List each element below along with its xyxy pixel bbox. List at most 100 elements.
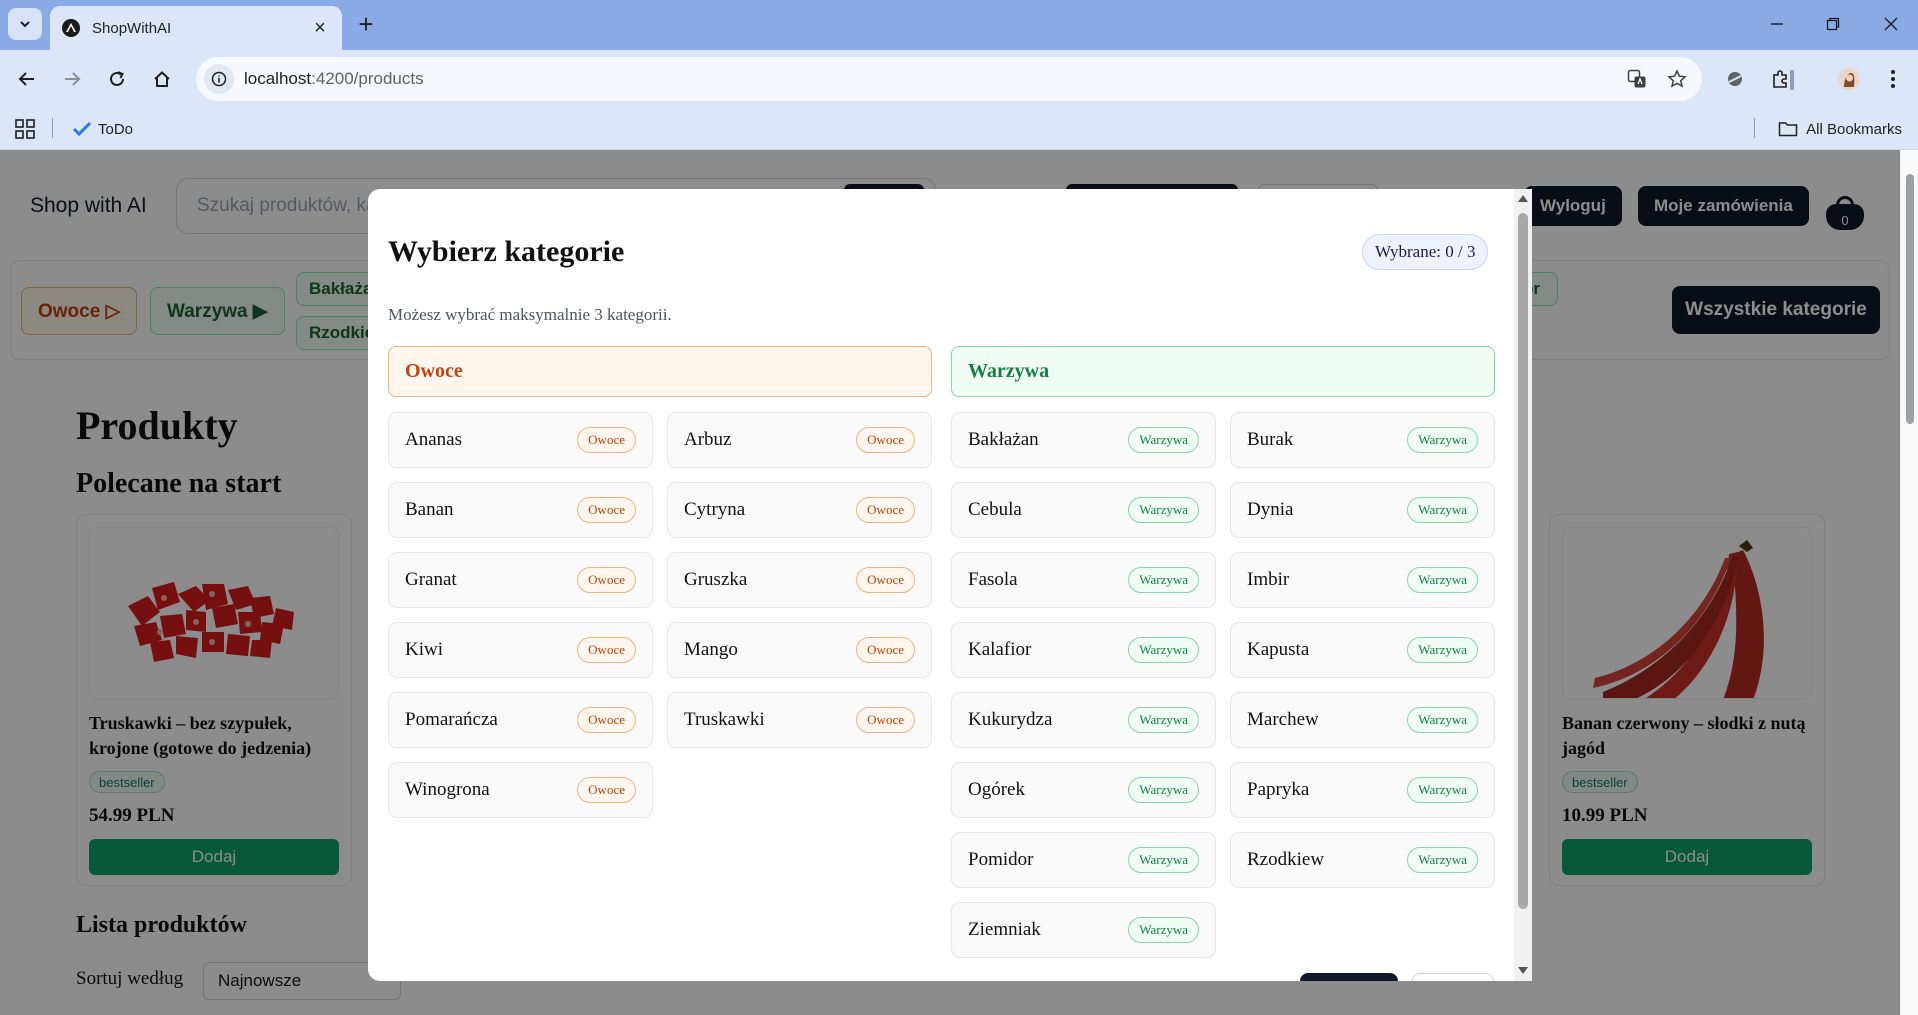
page-scrollbar[interactable] (1900, 150, 1918, 1015)
home-icon (154, 71, 170, 87)
all-bookmarks-label: All Bookmarks (1806, 120, 1902, 138)
scroll-down-arrow[interactable] (1518, 967, 1528, 974)
category-option-tag: Warzywa (1407, 707, 1478, 733)
category-option-name: Rzodkiew (1247, 849, 1325, 870)
scroll-up-arrow[interactable] (1518, 195, 1528, 202)
selection-counter: Wybrane: 0 / 3 (1362, 234, 1489, 270)
check-icon (72, 121, 92, 137)
bookmarks-bar: ToDo All Bookmarks (0, 108, 1918, 150)
category-option-tag: Owoce (577, 707, 636, 733)
category-option-name: Kukurydza (968, 709, 1053, 730)
modal-subtitle: Możesz wybrać maksymalnie 3 kategorii. (388, 305, 672, 324)
category-option[interactable]: Cytryna Owoce (667, 482, 932, 538)
category-option[interactable]: Winogrona Owoce (388, 762, 653, 818)
category-option-tag: Owoce (856, 637, 915, 663)
category-option-tag: Owoce (856, 427, 915, 453)
close-tab-icon[interactable]: × (310, 18, 330, 38)
tab-search-button[interactable] (8, 8, 42, 40)
category-option-tag: Warzywa (1407, 497, 1478, 523)
category-option[interactable]: Kapusta Warzywa (1230, 622, 1495, 678)
category-option[interactable]: Rzodkiew Warzywa (1230, 832, 1495, 888)
category-option[interactable]: Marchew Warzywa (1230, 692, 1495, 748)
category-option[interactable]: Truskawki Owoce (667, 692, 932, 748)
category-modal: Wybierz kategorie Wybrane: 0 / 3 Możesz … (368, 189, 1532, 981)
category-option[interactable]: Bakłażan Warzywa (951, 412, 1216, 468)
category-option-name: Cytryna (684, 499, 746, 520)
site-info-icon[interactable] (204, 64, 234, 94)
category-option-tag: Warzywa (1128, 637, 1199, 663)
category-option[interactable]: Dynia Warzywa (1230, 482, 1495, 538)
category-option-name: Papryka (1247, 779, 1310, 800)
category-option-tag: Warzywa (1407, 777, 1478, 803)
category-option-name: Gruszka (684, 569, 748, 590)
category-option-name: Pomidor (968, 849, 1034, 870)
category-option[interactable]: Pomidor Warzywa (951, 832, 1216, 888)
category-option-tag: Warzywa (1407, 847, 1478, 873)
reload-button[interactable] (100, 62, 134, 96)
category-option[interactable]: Cebula Warzywa (951, 482, 1216, 538)
category-option[interactable]: Banan Owoce (388, 482, 653, 538)
restore-icon[interactable] (1818, 10, 1848, 38)
page-scrollbar-thumb[interactable] (1906, 174, 1914, 424)
category-option-name: Fasola (968, 569, 1018, 590)
new-tab-button[interactable]: + (352, 10, 380, 38)
category-option-name: Kiwi (405, 639, 443, 660)
category-option[interactable]: Kukurydza Warzywa (951, 692, 1216, 748)
category-option-name: Bakłażan (968, 429, 1039, 450)
bookmarks-divider-right (1754, 118, 1755, 138)
category-option[interactable]: Pomarańcza Owoce (388, 692, 653, 748)
category-option[interactable]: Fasola Warzywa (951, 552, 1216, 608)
tab-title: ShopWithAI (92, 19, 172, 37)
profile-avatar[interactable] (1832, 62, 1866, 96)
category-option-name: Dynia (1247, 499, 1294, 520)
category-option[interactable]: Kiwi Owoce (388, 622, 653, 678)
browser-tab[interactable]: ShopWithAI × (50, 6, 342, 50)
category-option[interactable]: Ogórek Warzywa (951, 762, 1216, 818)
category-option[interactable]: Gruszka Owoce (667, 552, 932, 608)
category-option-name: Pomarańcza (405, 709, 498, 730)
category-option-tag: Warzywa (1407, 427, 1478, 453)
more-menu-icon[interactable] (1876, 62, 1910, 96)
category-option[interactable]: Ananas Owoce (388, 412, 653, 468)
category-option[interactable]: Papryka Warzywa (1230, 762, 1495, 818)
category-option-tag: Warzywa (1407, 567, 1478, 593)
close-window-icon[interactable] (1876, 10, 1906, 38)
category-option-name: Imbir (1247, 569, 1290, 590)
address-bar[interactable]: localhost:4200/products (196, 57, 1702, 101)
extension-shield-icon[interactable] (1718, 62, 1752, 96)
minimize-icon[interactable] (1762, 10, 1792, 38)
browser-toolbar: localhost:4200/products (0, 50, 1918, 108)
category-option-tag: Owoce (856, 497, 915, 523)
category-option-name: Banan (405, 499, 454, 520)
bookmark-todo[interactable]: ToDo (72, 116, 133, 142)
cancel-button[interactable] (1412, 973, 1494, 981)
category-option-name: Cebula (968, 499, 1022, 520)
category-option-name: Granat (405, 569, 457, 590)
category-option[interactable]: Burak Warzywa (1230, 412, 1495, 468)
category-option[interactable]: Arbuz Owoce (667, 412, 932, 468)
star-icon[interactable] (1662, 64, 1692, 94)
category-option-name: Ziemniak (968, 919, 1041, 940)
category-option-name: Mango (684, 639, 738, 660)
modal-scrollbar-thumb[interactable] (1518, 213, 1528, 909)
url-text[interactable]: localhost:4200/products (244, 69, 1622, 89)
category-option[interactable]: Mango Owoce (667, 622, 932, 678)
confirm-button[interactable] (1300, 973, 1398, 981)
browser-tab-bar: ShopWithAI × + (0, 0, 1918, 50)
modal-scrollbar[interactable] (1514, 189, 1532, 981)
back-button[interactable] (10, 62, 44, 96)
category-option[interactable]: Imbir Warzywa (1230, 552, 1495, 608)
category-option[interactable]: Ziemniak Warzywa (951, 902, 1216, 958)
category-option[interactable]: Kalafior Warzywa (951, 622, 1216, 678)
folder-icon (1778, 122, 1798, 137)
home-button[interactable] (145, 62, 179, 96)
category-option[interactable]: Granat Owoce (388, 552, 653, 608)
category-option-name: Arbuz (684, 429, 732, 450)
category-option-name: Winogrona (405, 779, 490, 800)
all-bookmarks[interactable]: All Bookmarks (1778, 116, 1902, 142)
category-option-tag: Warzywa (1128, 427, 1199, 453)
apps-grid-icon[interactable] (13, 117, 37, 141)
category-option-name: Ogórek (968, 779, 1025, 800)
translate-icon[interactable] (1622, 64, 1652, 94)
forward-button[interactable] (55, 62, 89, 96)
